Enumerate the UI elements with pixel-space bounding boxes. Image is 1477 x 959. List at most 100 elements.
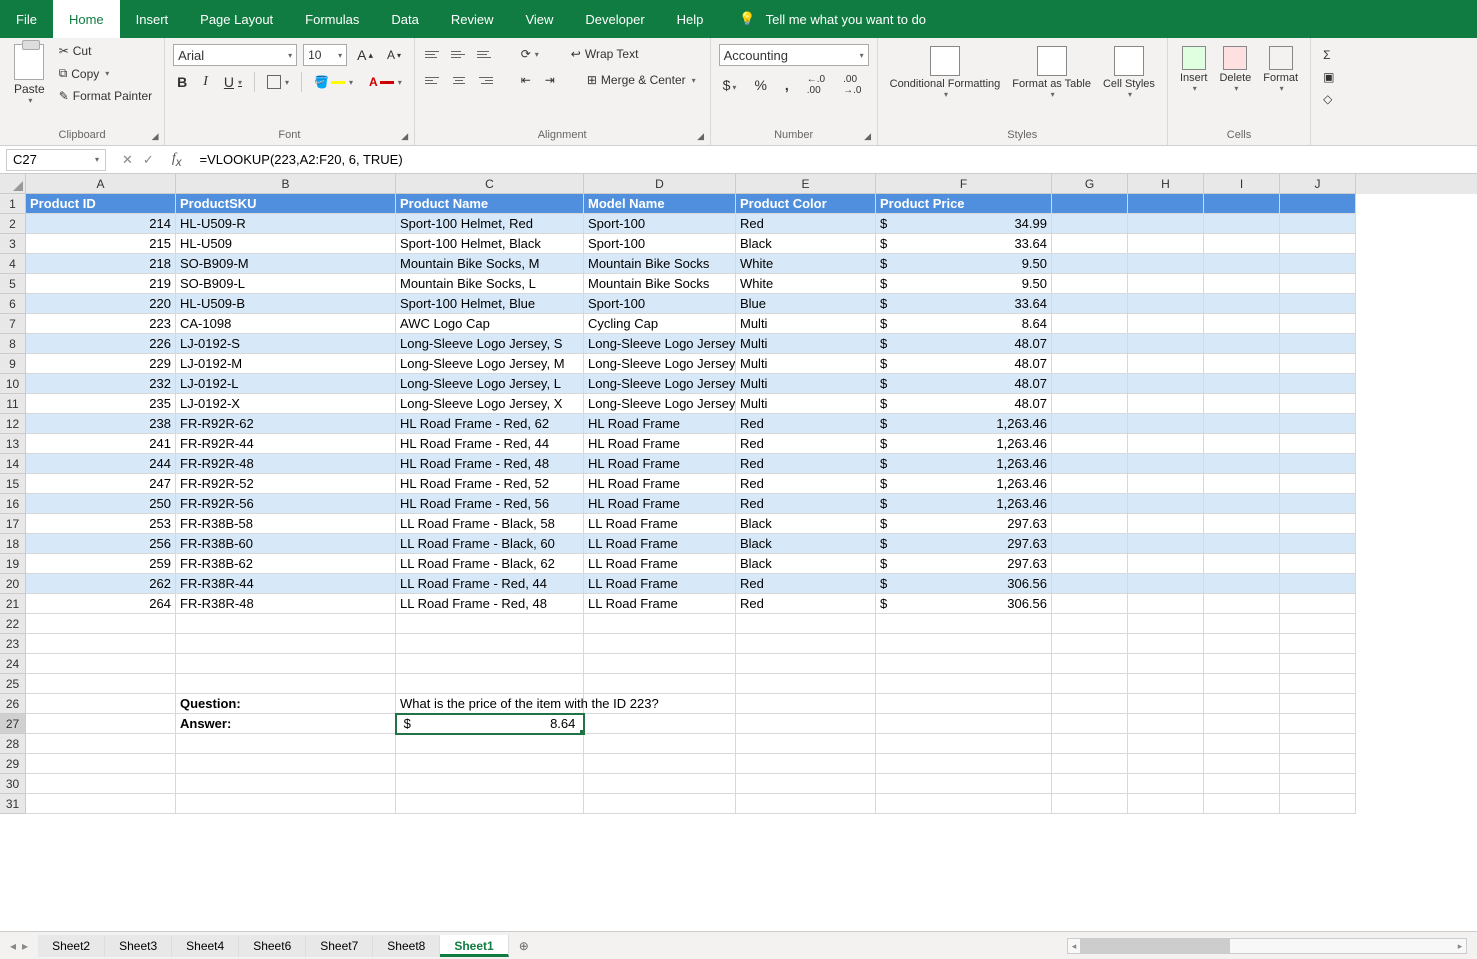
cell[interactable]: LJ-0192-S — [176, 334, 396, 354]
cell[interactable]: FR-R38B-58 — [176, 514, 396, 534]
cell[interactable]: Multi — [736, 354, 876, 374]
font-select[interactable]: Arial▾ — [173, 44, 297, 66]
cell[interactable]: Black — [736, 534, 876, 554]
row-header-29[interactable]: 29 — [0, 754, 26, 774]
cell[interactable]: 256 — [26, 534, 176, 554]
cell[interactable]: 235 — [26, 394, 176, 414]
cell[interactable] — [1052, 534, 1128, 554]
cells-area[interactable]: Product IDProductSKUProduct NameModel Na… — [26, 194, 1356, 814]
sheet-tab-sheet2[interactable]: Sheet2 — [38, 935, 105, 957]
cell[interactable] — [1052, 374, 1128, 394]
cell[interactable] — [1128, 294, 1204, 314]
cell[interactable] — [1280, 574, 1356, 594]
font-size-select[interactable]: 10▾ — [303, 44, 347, 66]
cell[interactable] — [736, 634, 876, 654]
cell[interactable] — [396, 614, 584, 634]
cell[interactable]: HL-U509-B — [176, 294, 396, 314]
cell[interactable] — [1052, 674, 1128, 694]
cell[interactable]: $306.56 — [876, 574, 1052, 594]
cell[interactable] — [1280, 774, 1356, 794]
cell[interactable]: Long-Sleeve Logo Jersey — [584, 394, 736, 414]
cell[interactable]: LL Road Frame - Red, 44 — [396, 574, 584, 594]
cell[interactable]: 223 — [26, 314, 176, 334]
cell[interactable] — [1280, 274, 1356, 294]
cell[interactable] — [1052, 514, 1128, 534]
cell[interactable] — [1204, 654, 1280, 674]
cell[interactable] — [1128, 514, 1204, 534]
cell[interactable]: Answer: — [176, 714, 396, 734]
cell[interactable] — [1204, 334, 1280, 354]
cell[interactable] — [1052, 554, 1128, 574]
cell[interactable] — [1204, 634, 1280, 654]
cell[interactable] — [1280, 194, 1356, 214]
cell[interactable] — [1052, 414, 1128, 434]
cell[interactable]: FR-R92R-56 — [176, 494, 396, 514]
align-middle-button[interactable] — [449, 44, 469, 64]
cell[interactable] — [584, 734, 736, 754]
cell[interactable]: $1,263.46 — [876, 494, 1052, 514]
cell[interactable]: Black — [736, 234, 876, 254]
selected-cell[interactable]: $8.64 — [396, 714, 584, 734]
decrease-font-button[interactable]: A▾ — [383, 46, 405, 64]
cell[interactable] — [1280, 394, 1356, 414]
cell[interactable] — [1128, 734, 1204, 754]
cell[interactable]: $48.07 — [876, 334, 1052, 354]
cell[interactable] — [26, 734, 176, 754]
cell[interactable]: LL Road Frame — [584, 514, 736, 534]
menu-developer[interactable]: Developer — [569, 0, 660, 38]
merge-center-button[interactable]: ⊞Merge & Center▾ — [581, 71, 702, 89]
cell[interactable]: Long-Sleeve Logo Jersey, M — [396, 354, 584, 374]
cell[interactable] — [876, 674, 1052, 694]
cell[interactable]: 220 — [26, 294, 176, 314]
cell[interactable] — [1204, 614, 1280, 634]
cell[interactable] — [1204, 314, 1280, 334]
cell[interactable]: What is the price of the item with the I… — [396, 694, 584, 714]
cell[interactable] — [1128, 234, 1204, 254]
cell[interactable] — [396, 774, 584, 794]
cell[interactable]: $9.50 — [876, 274, 1052, 294]
cell[interactable]: Long-Sleeve Logo Jersey, L — [396, 374, 584, 394]
cell[interactable] — [26, 754, 176, 774]
cell[interactable] — [1052, 634, 1128, 654]
cell[interactable] — [1052, 334, 1128, 354]
cell-styles-button[interactable]: Cell Styles▾ — [1099, 44, 1159, 120]
tab-nav[interactable]: ◂▸ — [0, 939, 38, 953]
cell[interactable]: Sport-100 Helmet, Red — [396, 214, 584, 234]
cell[interactable] — [736, 774, 876, 794]
cell[interactable]: HL Road Frame — [584, 474, 736, 494]
cell[interactable]: 262 — [26, 574, 176, 594]
cell[interactable]: $297.63 — [876, 554, 1052, 574]
cell[interactable] — [1052, 774, 1128, 794]
cell[interactable] — [1280, 534, 1356, 554]
cell[interactable]: FR-R92R-44 — [176, 434, 396, 454]
cell[interactable]: Red — [736, 594, 876, 614]
cell[interactable] — [584, 674, 736, 694]
h-scrollbar[interactable]: ◂ ▸ — [1067, 938, 1467, 954]
cell[interactable]: White — [736, 274, 876, 294]
align-top-button[interactable] — [423, 44, 443, 64]
cell[interactable]: AWC Logo Cap — [396, 314, 584, 334]
cell[interactable]: SO-B909-L — [176, 274, 396, 294]
cell[interactable] — [26, 714, 176, 734]
cell[interactable] — [1204, 394, 1280, 414]
cell[interactable]: Long-Sleeve Logo Jersey, X — [396, 394, 584, 414]
cell[interactable]: Red — [736, 434, 876, 454]
cell[interactable]: $9.50 — [876, 254, 1052, 274]
cell[interactable] — [584, 754, 736, 774]
cell[interactable] — [1204, 794, 1280, 814]
cell[interactable]: 241 — [26, 434, 176, 454]
cell[interactable] — [1052, 234, 1128, 254]
cell[interactable] — [176, 754, 396, 774]
cell[interactable]: 244 — [26, 454, 176, 474]
cell[interactable]: HL Road Frame — [584, 494, 736, 514]
cell[interactable] — [1204, 274, 1280, 294]
name-box[interactable]: C27▾ — [6, 149, 106, 171]
cell[interactable]: 215 — [26, 234, 176, 254]
row-header-11[interactable]: 11 — [0, 394, 26, 414]
cell[interactable] — [1204, 474, 1280, 494]
col-header-J[interactable]: J — [1280, 174, 1356, 194]
align-bottom-button[interactable] — [475, 44, 495, 64]
cell[interactable] — [736, 694, 876, 714]
sheet-tab-sheet6[interactable]: Sheet6 — [239, 935, 306, 957]
row-header-12[interactable]: 12 — [0, 414, 26, 434]
